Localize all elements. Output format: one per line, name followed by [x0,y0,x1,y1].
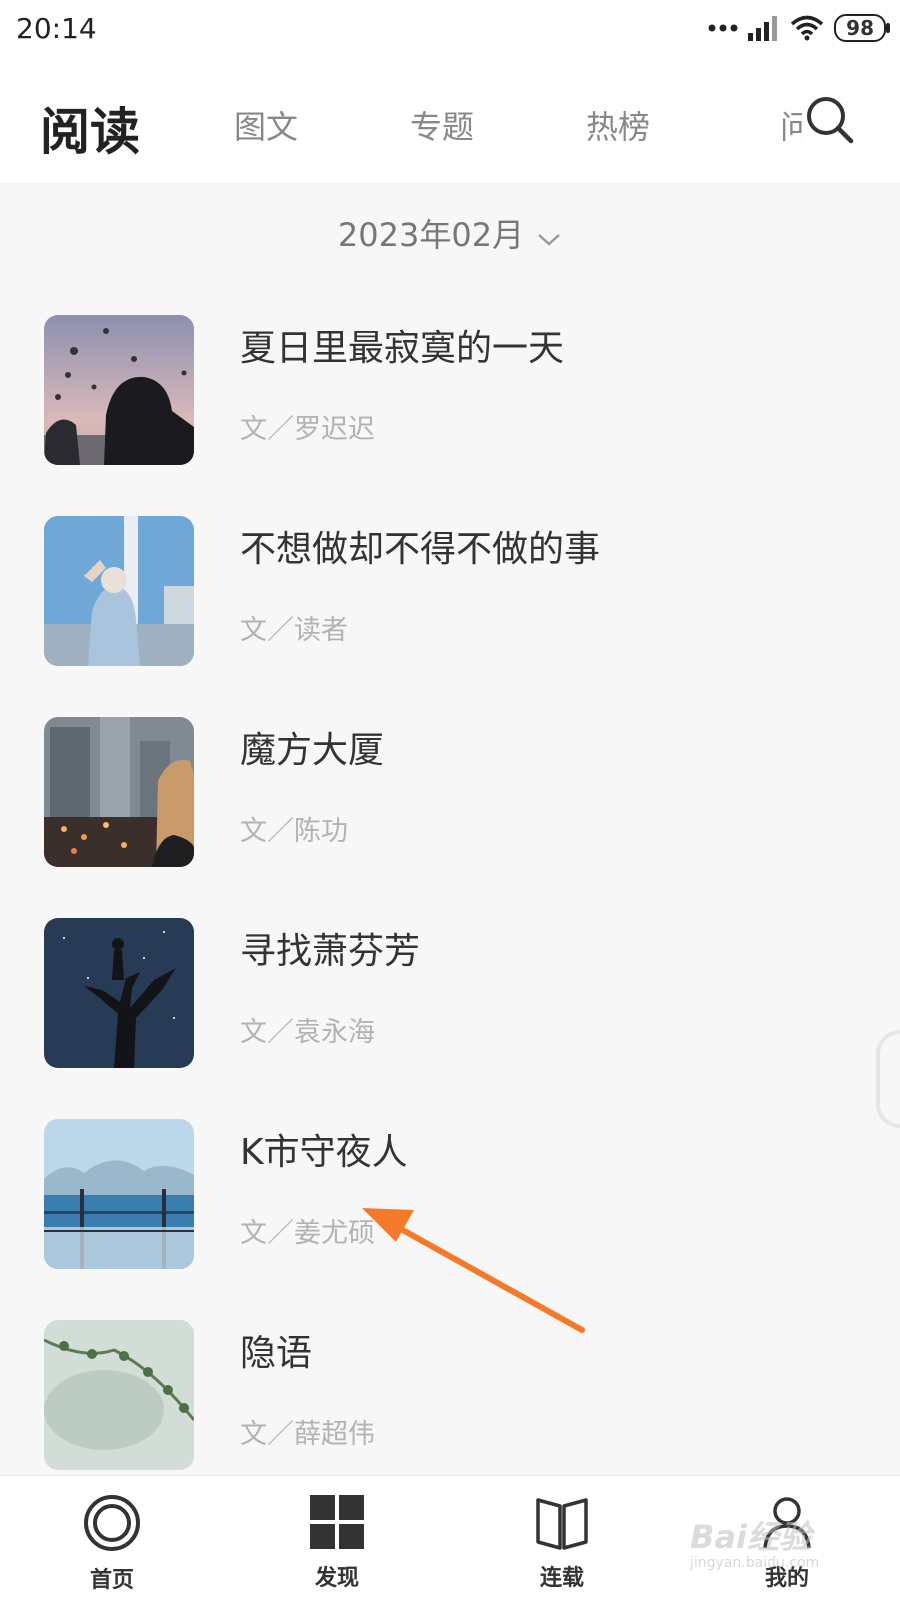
month-selector[interactable]: 2023年02月 [0,210,900,256]
nav-label: 发现 [314,1566,359,1591]
search-button[interactable] [804,94,856,146]
chevron-down-icon [536,218,562,256]
grid-icon [310,1495,364,1549]
article-item[interactable]: 夏日里最寂寞的一天 文／罗迟迟 [44,315,864,465]
article-author: 文／姜尤硕 [240,1218,375,1249]
article-thumbnail [44,315,194,465]
article-thumbnail [44,1119,194,1269]
nav-label: 连载 [539,1566,584,1591]
article-thumbnail [44,516,194,666]
signal-icon [748,16,778,41]
more-dots-icon [708,24,738,32]
nav-serial[interactable]: 连载 [502,1494,622,1592]
tab-wen[interactable]: 问 [780,102,802,148]
header: 阅读 图文 专题 热榜 问 [0,64,900,182]
article-item[interactable]: K市守夜人 文／姜尤硕 [44,1119,864,1269]
article-thumbnail [44,1320,194,1470]
home-ring-icon [84,1495,140,1551]
article-author: 文／罗迟迟 [240,414,375,445]
article-item[interactable]: 隐语 文／薛超伟 [44,1320,864,1470]
scroll-handle[interactable] [876,1030,900,1128]
article-title: K市守夜人 [240,1132,408,1173]
article-title: 隐语 [240,1333,313,1374]
article-title: 夏日里最寂寞的一天 [240,328,565,369]
article-author: 文／薛超伟 [240,1419,375,1450]
article-author: 文／读者 [240,615,348,646]
article-thumbnail [44,918,194,1068]
month-label: 2023年02月 [337,216,525,254]
article-author: 文／陈功 [240,816,348,847]
status-bar: 20:14 98 [0,0,900,64]
watermark: Bai经验 [690,1518,811,1556]
article-item[interactable]: 魔方大厦 文／陈功 [44,717,864,867]
article-author: 文／袁永海 [240,1017,375,1048]
battery-indicator: 98 [834,14,890,42]
nav-home[interactable]: 首页 [52,1494,172,1594]
status-icons: 98 [708,14,890,42]
article-title: 魔方大厦 [240,730,385,771]
tab-rebang[interactable]: 热榜 [586,102,650,148]
tab-tuwen[interactable]: 图文 [234,102,298,148]
book-icon [536,1498,588,1550]
article-item[interactable]: 寻找萧芬芳 文／袁永海 [44,918,864,1068]
article-title: 不想做却不得不做的事 [240,529,601,570]
status-time: 20:14 [16,12,97,45]
article-item[interactable]: 不想做却不得不做的事 文／读者 [44,516,864,666]
watermark-sub: jingyan.baidu.com [690,1555,820,1571]
article-thumbnail [44,717,194,867]
wifi-icon [791,15,824,41]
article-title: 寻找萧芬芳 [240,931,421,972]
tab-zhuanti[interactable]: 专题 [410,102,474,148]
page-title: 阅读 [40,103,140,161]
search-icon [807,97,854,144]
nav-label: 首页 [89,1568,134,1593]
nav-discover[interactable]: 发现 [277,1494,397,1592]
